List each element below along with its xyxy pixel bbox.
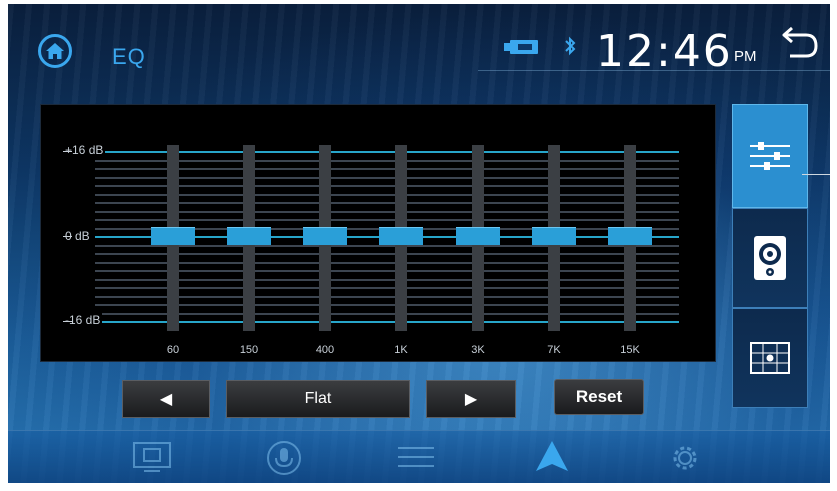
grid-line (95, 202, 679, 204)
grid-line (95, 211, 679, 213)
eq-slider-knob-150[interactable] (227, 227, 271, 245)
eq-slider-knob-1K[interactable] (379, 227, 423, 245)
grid-line (95, 304, 679, 306)
grid-line (95, 262, 679, 264)
home-icon (46, 43, 64, 59)
eq-slider-knob-400[interactable] (303, 227, 347, 245)
tab-speaker[interactable] (732, 208, 808, 308)
voice-mic-icon[interactable] (266, 440, 302, 476)
prev-preset-button[interactable]: ◀ (122, 380, 210, 418)
grid-line (95, 168, 679, 170)
eq-freq-label: 1K (394, 344, 408, 356)
clock-ampm: PM (734, 48, 757, 65)
balance-fader-icon (750, 342, 790, 374)
grid-line-major (95, 321, 679, 323)
settings-gear-icon[interactable] (668, 441, 702, 475)
eq-freq-label: 150 (239, 344, 259, 356)
grid-line (95, 160, 679, 162)
eq-freq-label: 7K (547, 344, 561, 356)
eq-freq-label: 60 (166, 344, 180, 356)
grid-line (95, 270, 679, 272)
bluetooth-icon (564, 36, 576, 62)
equalizer-panel: +16 dB 0 dB -16 dB 60 150 400 1K 3K 7K 15K (40, 104, 716, 362)
bottom-dock (8, 430, 830, 483)
eq-freq-label: 3K (471, 344, 485, 356)
reset-button[interactable]: Reset (554, 379, 644, 415)
sliders-icon[interactable] (398, 443, 434, 471)
navigation-arrow-icon[interactable] (534, 441, 570, 473)
db-tick (63, 151, 72, 152)
grid-line (95, 177, 679, 179)
head-unit-screen: EQ 12:46 PM +16 dB 0 dB -16 dB 60 150 400 1… (8, 4, 830, 483)
tab-equalizer[interactable] (732, 104, 808, 208)
db-label-min: -16 dB (63, 313, 103, 327)
clock-time: 12:46 (596, 26, 733, 77)
grid-line-major (95, 151, 679, 153)
tab-balance-fader[interactable] (732, 308, 808, 408)
grid-line (95, 194, 679, 196)
speaker-icon (754, 236, 786, 280)
screen-mirror-icon[interactable] (132, 441, 172, 473)
usb-icon (504, 40, 538, 54)
grid-line (95, 279, 679, 281)
db-tick (63, 236, 72, 237)
grid-line (95, 296, 679, 298)
preset-name-button[interactable]: Flat (226, 380, 410, 418)
eq-freq-label: 15K (620, 344, 640, 356)
eq-freq-label: 400 (315, 344, 335, 356)
eq-slider-knob-60[interactable] (151, 227, 195, 245)
page-title: EQ (112, 44, 146, 69)
eq-slider-knob-15K[interactable] (608, 227, 652, 245)
back-icon[interactable] (782, 24, 820, 60)
grid-line (95, 287, 679, 289)
home-button[interactable] (38, 34, 72, 68)
grid-line (95, 185, 679, 187)
db-tick (63, 321, 72, 322)
grid-line (95, 253, 679, 255)
eq-sliders-icon (750, 142, 790, 170)
callout-line (802, 174, 830, 175)
next-preset-button[interactable]: ▶ (426, 380, 516, 418)
grid-line (95, 245, 679, 247)
eq-slider-knob-3K[interactable] (456, 227, 500, 245)
grid-line (95, 219, 679, 221)
grid-line (95, 313, 679, 315)
db-label-max: +16 dB (63, 143, 106, 157)
eq-slider-knob-7K[interactable] (532, 227, 576, 245)
